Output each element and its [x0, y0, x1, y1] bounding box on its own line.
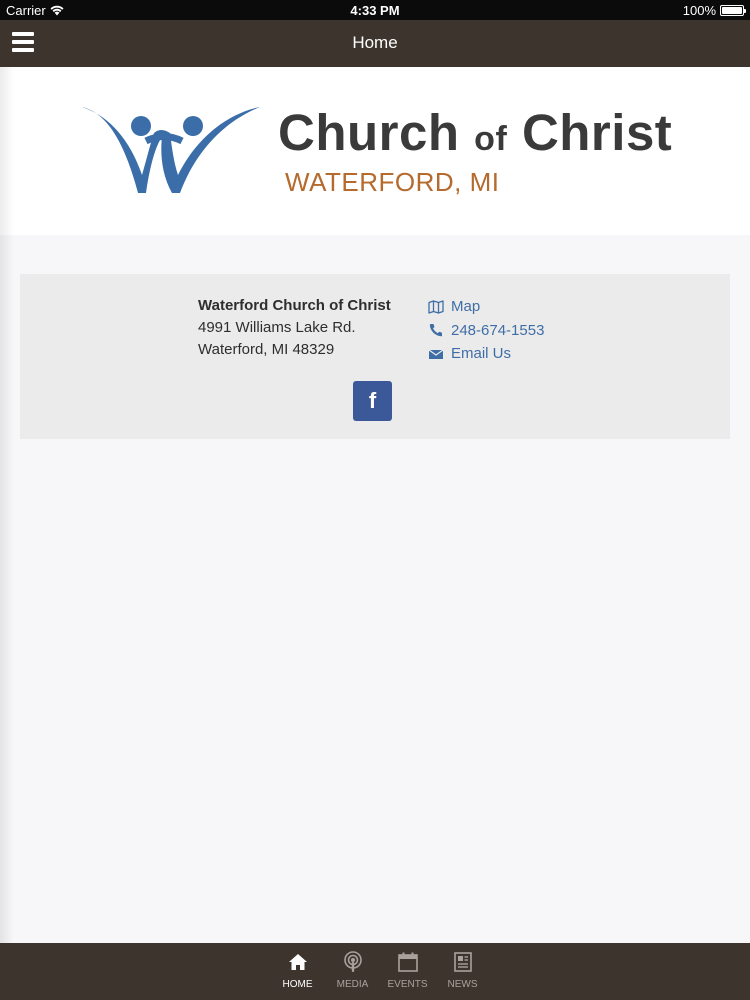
- tab-events[interactable]: EVENTS: [380, 951, 435, 990]
- city-address: Waterford, MI 48329: [198, 341, 335, 358]
- navigation-bar: Home: [0, 20, 750, 67]
- church-address: Waterford Church of Christ 4991 Williams…: [198, 295, 391, 361]
- facebook-icon: f: [368, 388, 377, 413]
- status-bar: Carrier 4:33 PM 100%: [0, 0, 750, 20]
- map-link-label: Map: [451, 298, 481, 315]
- logo-title: Church of Christ: [278, 103, 672, 162]
- email-link-label: Email Us: [451, 345, 512, 362]
- church-name: Waterford Church of Christ: [198, 297, 391, 314]
- logo-title-of: of: [474, 120, 508, 158]
- tab-home-label: HOME: [282, 979, 313, 990]
- tab-media[interactable]: MEDIA: [325, 951, 380, 990]
- battery-percent: 100%: [682, 3, 716, 18]
- calendar-icon: [397, 952, 418, 972]
- church-logo-mark-icon: [82, 107, 260, 193]
- email-link[interactable]: Email Us: [428, 342, 544, 366]
- map-icon: [428, 300, 444, 314]
- status-time: 4:33 PM: [350, 3, 400, 18]
- phone-icon: [429, 324, 442, 337]
- tab-news[interactable]: NEWS: [435, 951, 490, 990]
- edge-shadow: [0, 67, 14, 943]
- tab-events-label: EVENTS: [387, 979, 428, 990]
- tab-home[interactable]: HOME: [270, 951, 325, 990]
- phone-link[interactable]: 248-674-1553: [428, 319, 544, 343]
- facebook-button[interactable]: f: [353, 381, 392, 421]
- logo-title-christ: Christ: [521, 104, 673, 161]
- map-link[interactable]: Map: [428, 295, 544, 319]
- bottom-tab-bar: HOME MEDIA EVENTS NEWS: [0, 943, 750, 1000]
- battery-status: 100%: [682, 3, 746, 18]
- contact-links: Map 248-674-1553 Email Us: [428, 295, 544, 366]
- battery-icon: [720, 5, 746, 16]
- podcast-icon: [343, 951, 362, 972]
- logo-title-church: Church: [278, 104, 460, 161]
- street-address: 4991 Williams Lake Rd.: [198, 319, 356, 336]
- church-logo-header: Church of Christ WATERFORD, MI: [0, 67, 750, 235]
- page-title: Home: [352, 33, 398, 52]
- logo-subtitle: WATERFORD, MI: [285, 167, 500, 197]
- envelope-icon: [428, 349, 444, 359]
- newspaper-icon: [453, 952, 472, 972]
- tab-list: HOME MEDIA EVENTS NEWS: [270, 951, 490, 990]
- tab-media-label: MEDIA: [336, 979, 369, 990]
- tab-news-label: NEWS: [447, 979, 478, 990]
- phone-link-label: 248-674-1553: [451, 321, 545, 339]
- contact-card: Waterford Church of Christ 4991 Williams…: [20, 274, 730, 439]
- home-icon: [288, 954, 307, 970]
